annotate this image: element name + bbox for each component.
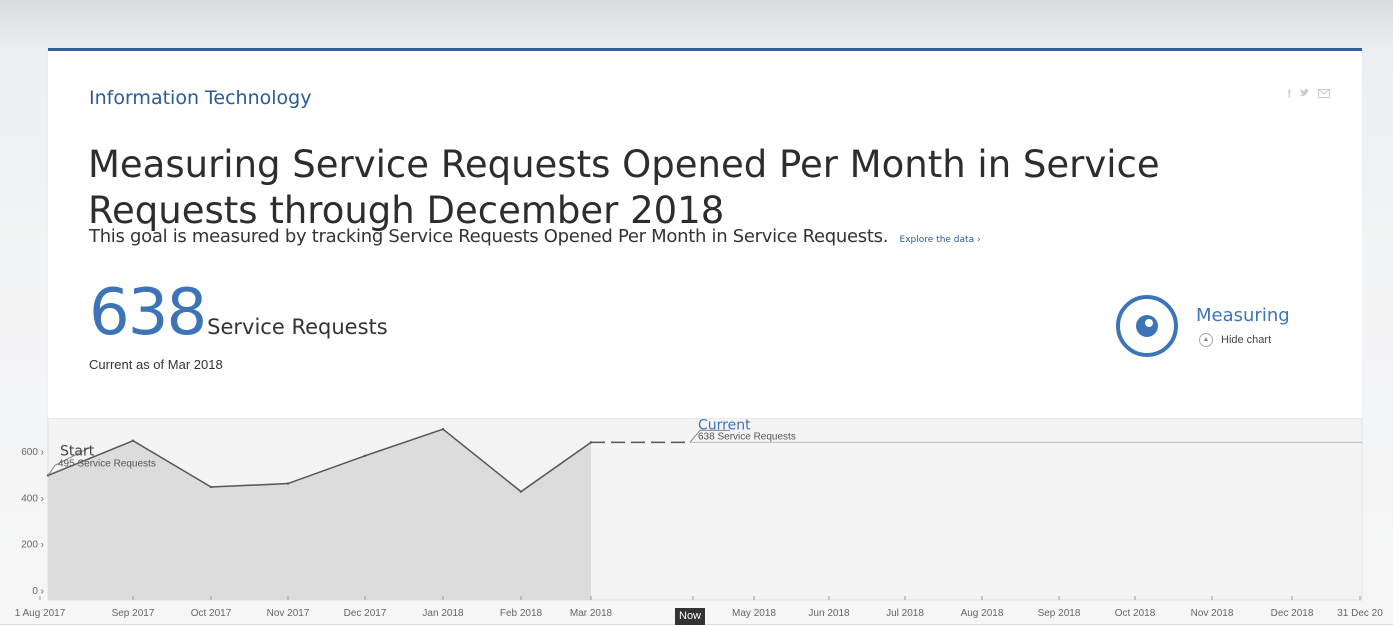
chart: 0 › 200 › 400 › 600 › 1 Aug 2017 Sep 2017 Oct … bbox=[15, 418, 1383, 619]
x-tick-label: Dec 2017 bbox=[344, 608, 387, 619]
x-tick-label: Nov 2018 bbox=[1191, 608, 1234, 619]
current-metric: 638 Service Requests bbox=[89, 281, 388, 345]
status-label: Measuring bbox=[1196, 305, 1290, 326]
goal-description: This goal is measured by tracking Servic… bbox=[89, 226, 981, 247]
data-point bbox=[131, 439, 135, 442]
start-annotation-title: Start bbox=[60, 443, 95, 459]
category-label[interactable]: Information Technology bbox=[89, 87, 311, 109]
y-tick-label: 0 › bbox=[32, 586, 44, 597]
x-tick-label: Sep 2018 bbox=[1038, 608, 1081, 619]
twitter-icon[interactable] bbox=[1299, 87, 1310, 101]
start-annotation-text: 495 Service Requests bbox=[58, 458, 156, 469]
x-tick-label: Sep 2017 bbox=[112, 608, 155, 619]
data-point bbox=[519, 490, 523, 493]
page-title: Measuring Service Requests Opened Per Mo… bbox=[88, 142, 1160, 232]
explore-data-link[interactable]: Explore the data › bbox=[900, 235, 981, 245]
now-marker: Now bbox=[675, 608, 706, 625]
data-point bbox=[363, 454, 367, 457]
metric-value: 638 bbox=[89, 276, 207, 350]
x-tick-label: May 2018 bbox=[732, 608, 776, 619]
x-tick-label: Oct 2018 bbox=[1115, 608, 1156, 619]
y-tick-label: 200 › bbox=[21, 540, 44, 551]
email-icon[interactable] bbox=[1318, 87, 1330, 101]
x-tick-label: Jun 2018 bbox=[808, 608, 850, 619]
hide-chart-toggle[interactable]: ▲ Hide chart bbox=[1199, 333, 1271, 347]
x-tick-label: Dec 2018 bbox=[1271, 608, 1314, 619]
metric-unit: Service Requests bbox=[207, 315, 388, 339]
x-tick-label: Nov 2017 bbox=[267, 608, 310, 619]
data-point bbox=[589, 441, 593, 444]
y-tick-label: 400 › bbox=[21, 493, 44, 504]
share-icons: f bbox=[1288, 87, 1330, 101]
y-tick-label: 600 › bbox=[21, 447, 44, 458]
data-point bbox=[286, 482, 290, 485]
chevron-up-icon: ▲ bbox=[1199, 333, 1213, 347]
x-tick-label: Feb 2018 bbox=[500, 608, 543, 619]
eye-icon bbox=[1116, 295, 1178, 357]
facebook-icon[interactable]: f bbox=[1288, 87, 1291, 101]
description-text: This goal is measured by tracking Servic… bbox=[89, 226, 889, 247]
data-point bbox=[209, 485, 213, 489]
x-tick-label: 1 Aug 2017 bbox=[15, 608, 66, 619]
x-tick-label: 31 Dec 20 bbox=[1337, 608, 1383, 619]
x-tick-label: Mar 2018 bbox=[570, 608, 613, 619]
hide-chart-label: Hide chart bbox=[1221, 334, 1272, 346]
current-annotation-text: 638 Service Requests bbox=[698, 431, 796, 442]
goal-card: Information Technology f Measuring Servi… bbox=[48, 48, 1362, 423]
x-tick-label: Oct 2017 bbox=[191, 608, 232, 619]
data-point bbox=[441, 427, 445, 431]
x-tick-label: Jan 2018 bbox=[422, 608, 464, 619]
x-tick-label: Aug 2018 bbox=[961, 608, 1004, 619]
x-tick-label: Jul 2018 bbox=[886, 608, 924, 619]
as-of-date: Current as of Mar 2018 bbox=[89, 357, 223, 372]
